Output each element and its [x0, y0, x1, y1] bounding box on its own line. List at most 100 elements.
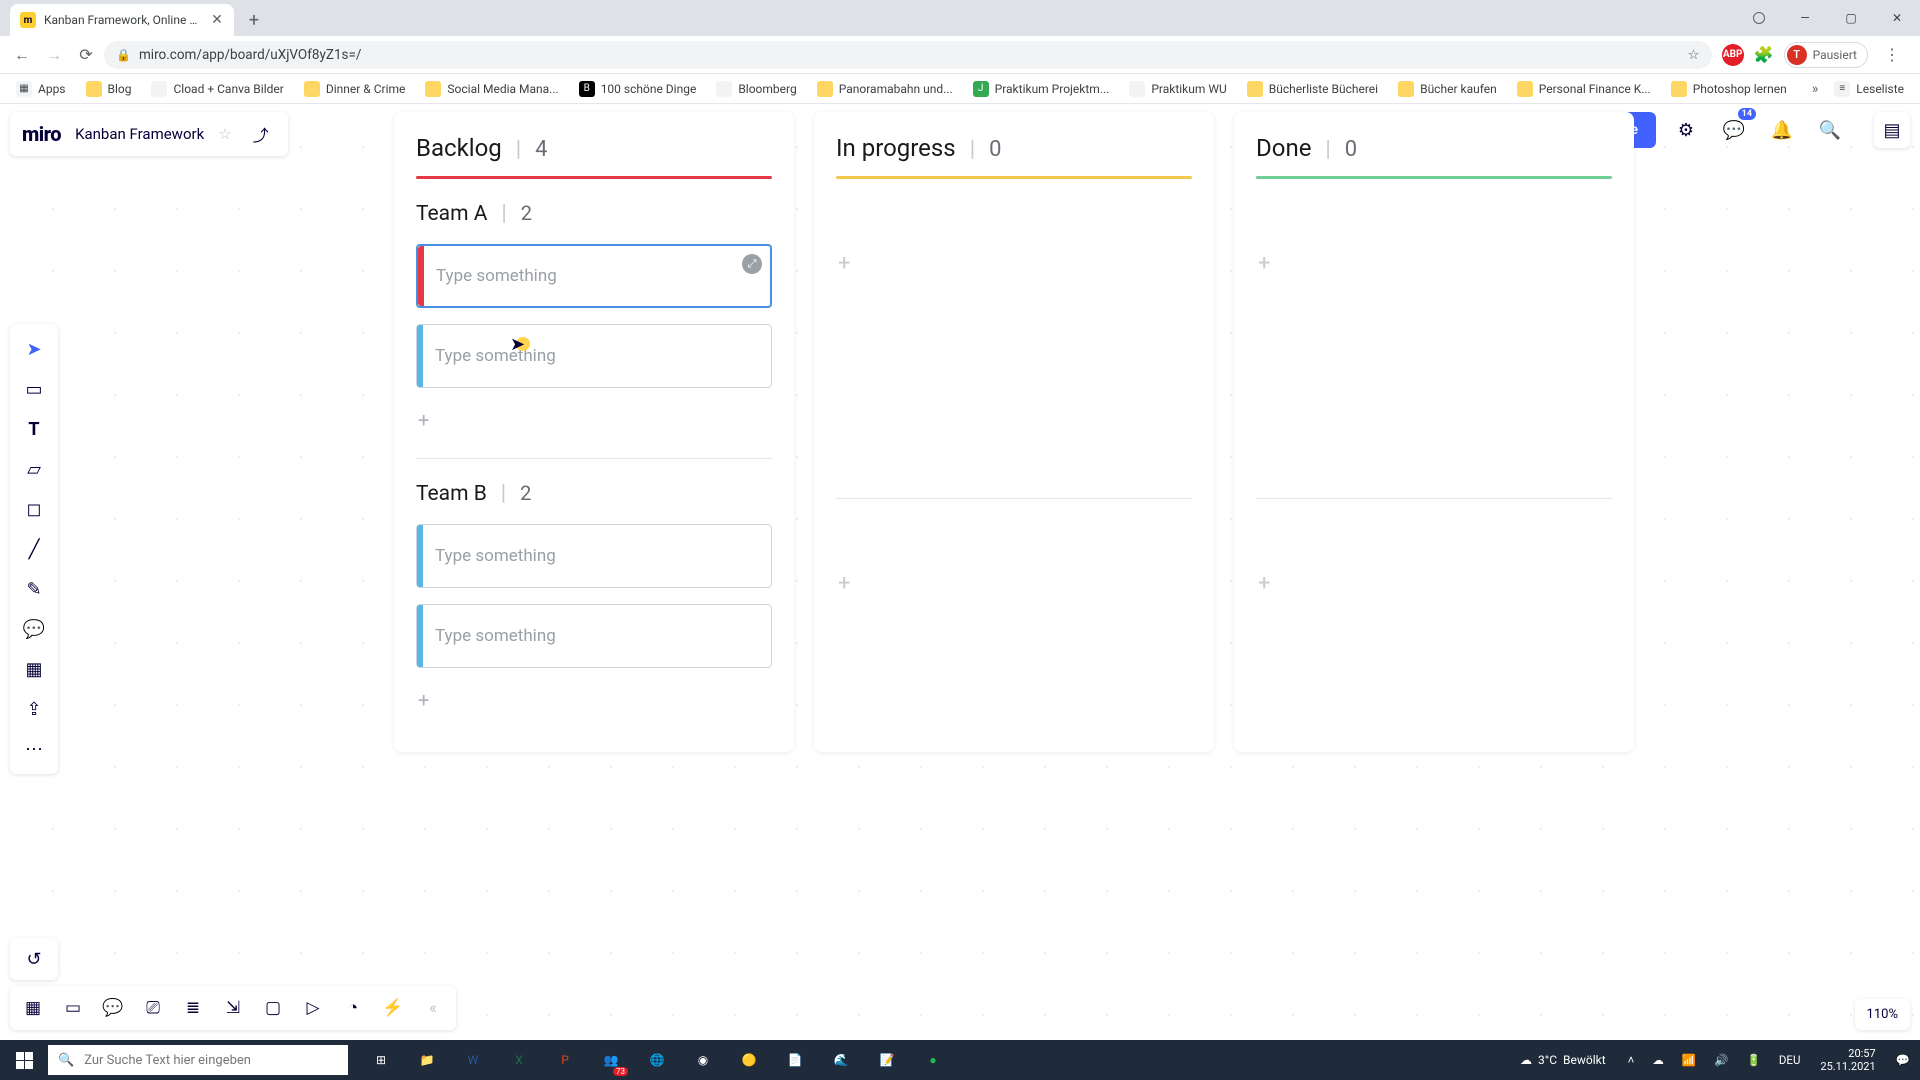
minimize-button[interactable]: ― [1782, 0, 1828, 36]
kanban-card[interactable]: Type something ⤢ [416, 244, 772, 308]
kanban-card[interactable]: Type something [416, 524, 772, 588]
pen-tool-icon[interactable]: ✎ [14, 570, 54, 608]
bookmark-item[interactable]: Panoramabahn und... [809, 77, 961, 101]
card-placeholder[interactable]: Type something [436, 266, 557, 286]
chrome-account-dot[interactable] [1736, 0, 1782, 36]
onedrive-icon[interactable]: ☁ [1646, 1053, 1670, 1067]
bookmark-item[interactable]: JPraktikum Projektm... [965, 77, 1118, 101]
bookmark-item[interactable]: Praktikum WU [1121, 77, 1234, 101]
settings-icon[interactable]: ⚙ [1668, 112, 1704, 148]
frame-tool-icon[interactable]: ▦ [14, 650, 54, 688]
add-card-button[interactable]: + [416, 684, 772, 716]
comment-tool-icon[interactable]: 💬 [14, 610, 54, 648]
bookmark-item[interactable]: Cload + Canva Bilder [143, 77, 291, 101]
select-tool-icon[interactable]: ➤ [14, 330, 54, 368]
clock[interactable]: 20:57 25.11.2021 [1812, 1047, 1883, 1073]
tray-chevron-icon[interactable]: ˄ [1622, 1053, 1641, 1067]
add-card-button[interactable]: + [1256, 565, 1612, 596]
column-backlog[interactable]: Backlog | 4 Team A | 2 Type something ⤢ … [394, 112, 794, 752]
text-tool-icon[interactable]: T [14, 410, 54, 448]
bookmarks-overflow-icon[interactable]: » [1812, 81, 1819, 97]
start-button[interactable] [0, 1040, 48, 1080]
app-icon[interactable]: 📄 [772, 1040, 818, 1080]
address-bar[interactable]: 🔒 miro.com/app/board/uXjVOf8yZ1s=/ ☆ [104, 41, 1712, 69]
shape-tool-icon[interactable]: ◻ [14, 490, 54, 528]
bell-icon[interactable]: 🔔 [1764, 112, 1800, 148]
bookmark-item[interactable]: Bücherliste Bücherei [1239, 77, 1386, 101]
profile-pill[interactable]: T Pausiert [1784, 42, 1868, 68]
timer-icon[interactable]: ◔ [334, 990, 372, 1026]
star-icon[interactable]: ☆ [218, 125, 231, 143]
explorer-icon[interactable]: 📁 [404, 1040, 450, 1080]
add-card-button[interactable]: + [836, 565, 1192, 596]
search-icon[interactable]: 🔍 [1812, 112, 1848, 148]
reading-list-button[interactable]: ≡Leseliste [1826, 77, 1912, 101]
reload-button[interactable]: ⟳ [72, 41, 100, 69]
volume-icon[interactable]: 🔊 [1708, 1053, 1734, 1067]
column-done[interactable]: Done | 0 + + [1234, 112, 1634, 752]
wifi-icon[interactable]: 📶 [1676, 1053, 1702, 1067]
card-icon[interactable]: ≣ [174, 990, 212, 1026]
add-card-button[interactable]: + [416, 404, 772, 436]
sticky-tool-icon[interactable]: ▱ [14, 450, 54, 488]
miro-logo[interactable]: miro [22, 122, 61, 146]
collapse-toolbar-icon[interactable]: « [414, 990, 452, 1026]
extensions-icon[interactable]: 🧩 [1754, 45, 1774, 64]
embed-icon[interactable]: ▢ [254, 990, 292, 1026]
word-icon[interactable]: W [450, 1040, 496, 1080]
excel-icon[interactable]: X [496, 1040, 542, 1080]
kanban-card[interactable]: Type something [416, 604, 772, 668]
abp-extension-icon[interactable]: ABP [1722, 44, 1744, 66]
star-bookmark-icon[interactable]: ☆ [1688, 47, 1700, 63]
close-tab-icon[interactable]: ✕ [210, 13, 224, 27]
more-tools-icon[interactable]: ⋯ [14, 730, 54, 768]
upload-tool-icon[interactable]: ⇪ [14, 690, 54, 728]
notepad-icon[interactable]: 📝 [864, 1040, 910, 1080]
weather-widget[interactable]: ☁ 3°C Bewölkt [1510, 1053, 1616, 1067]
present-icon[interactable]: ▭ [54, 990, 92, 1026]
chat-icon[interactable]: 💬 [94, 990, 132, 1026]
zoom-level[interactable]: 110% [1855, 999, 1910, 1030]
apps-shortcut[interactable]: ▦Apps [8, 77, 74, 101]
language-indicator[interactable]: DEU [1773, 1053, 1807, 1067]
bookmark-item[interactable]: Photoshop lernen [1663, 77, 1795, 101]
spotify-icon[interactable]: ● [910, 1040, 956, 1080]
bolt-icon[interactable]: ⚡ [374, 990, 412, 1026]
comments-icon[interactable]: 💬14 [1716, 112, 1752, 148]
app-icon[interactable]: 🟡 [726, 1040, 772, 1080]
card-placeholder[interactable]: Type something [435, 346, 556, 366]
bookmark-item[interactable]: Social Media Mana... [417, 77, 566, 101]
taskview-icon[interactable]: ⊞ [358, 1040, 404, 1080]
export-board-icon[interactable]: ⇲ [214, 990, 252, 1026]
card-placeholder[interactable]: Type something [435, 626, 556, 646]
chrome-icon[interactable]: 🌐 [634, 1040, 680, 1080]
add-card-button[interactable]: + [836, 245, 1192, 276]
column-in-progress[interactable]: In progress | 0 + + [814, 112, 1214, 752]
bookmark-item[interactable]: Bücher kaufen [1390, 77, 1505, 101]
templates-tool-icon[interactable]: ▭ [14, 370, 54, 408]
bookmark-item[interactable]: Bloomberg [708, 77, 804, 101]
board-name[interactable]: Kanban Framework [75, 125, 204, 143]
chrome-menu-icon[interactable]: ⋮ [1878, 41, 1906, 69]
back-button[interactable]: ← [8, 41, 36, 69]
battery-icon[interactable]: 🔋 [1741, 1053, 1767, 1067]
notifications-icon[interactable]: 💬 [1890, 1053, 1916, 1067]
export-icon[interactable]: ⤴ [246, 122, 276, 146]
browser-tab[interactable]: m Kanban Framework, Online Whit... ✕ [10, 4, 234, 36]
forward-button[interactable]: → [40, 41, 68, 69]
bookmark-item[interactable]: Dinner & Crime [296, 77, 414, 101]
bookmark-item[interactable]: Blog [78, 77, 140, 101]
video-icon[interactable]: ▷ [294, 990, 332, 1026]
bookmark-item[interactable]: Personal Finance K... [1509, 77, 1659, 101]
kanban-card[interactable]: Type something [416, 324, 772, 388]
obs-icon[interactable]: ◉ [680, 1040, 726, 1080]
taskbar-search[interactable]: 🔍 Zur Suche Text hier eingeben [48, 1045, 348, 1075]
card-placeholder[interactable]: Type something [435, 546, 556, 566]
add-card-button[interactable]: + [1256, 245, 1612, 276]
bookmark-item[interactable]: B100 schöne Dinge [571, 77, 705, 101]
undo-tool-icon[interactable]: ↺ [10, 938, 58, 980]
maximize-button[interactable]: ▢ [1828, 0, 1874, 36]
frames-panel-icon[interactable]: ▦ [14, 990, 52, 1026]
teams-icon[interactable]: 👥73 [588, 1040, 634, 1080]
line-tool-icon[interactable]: ╱ [14, 530, 54, 568]
